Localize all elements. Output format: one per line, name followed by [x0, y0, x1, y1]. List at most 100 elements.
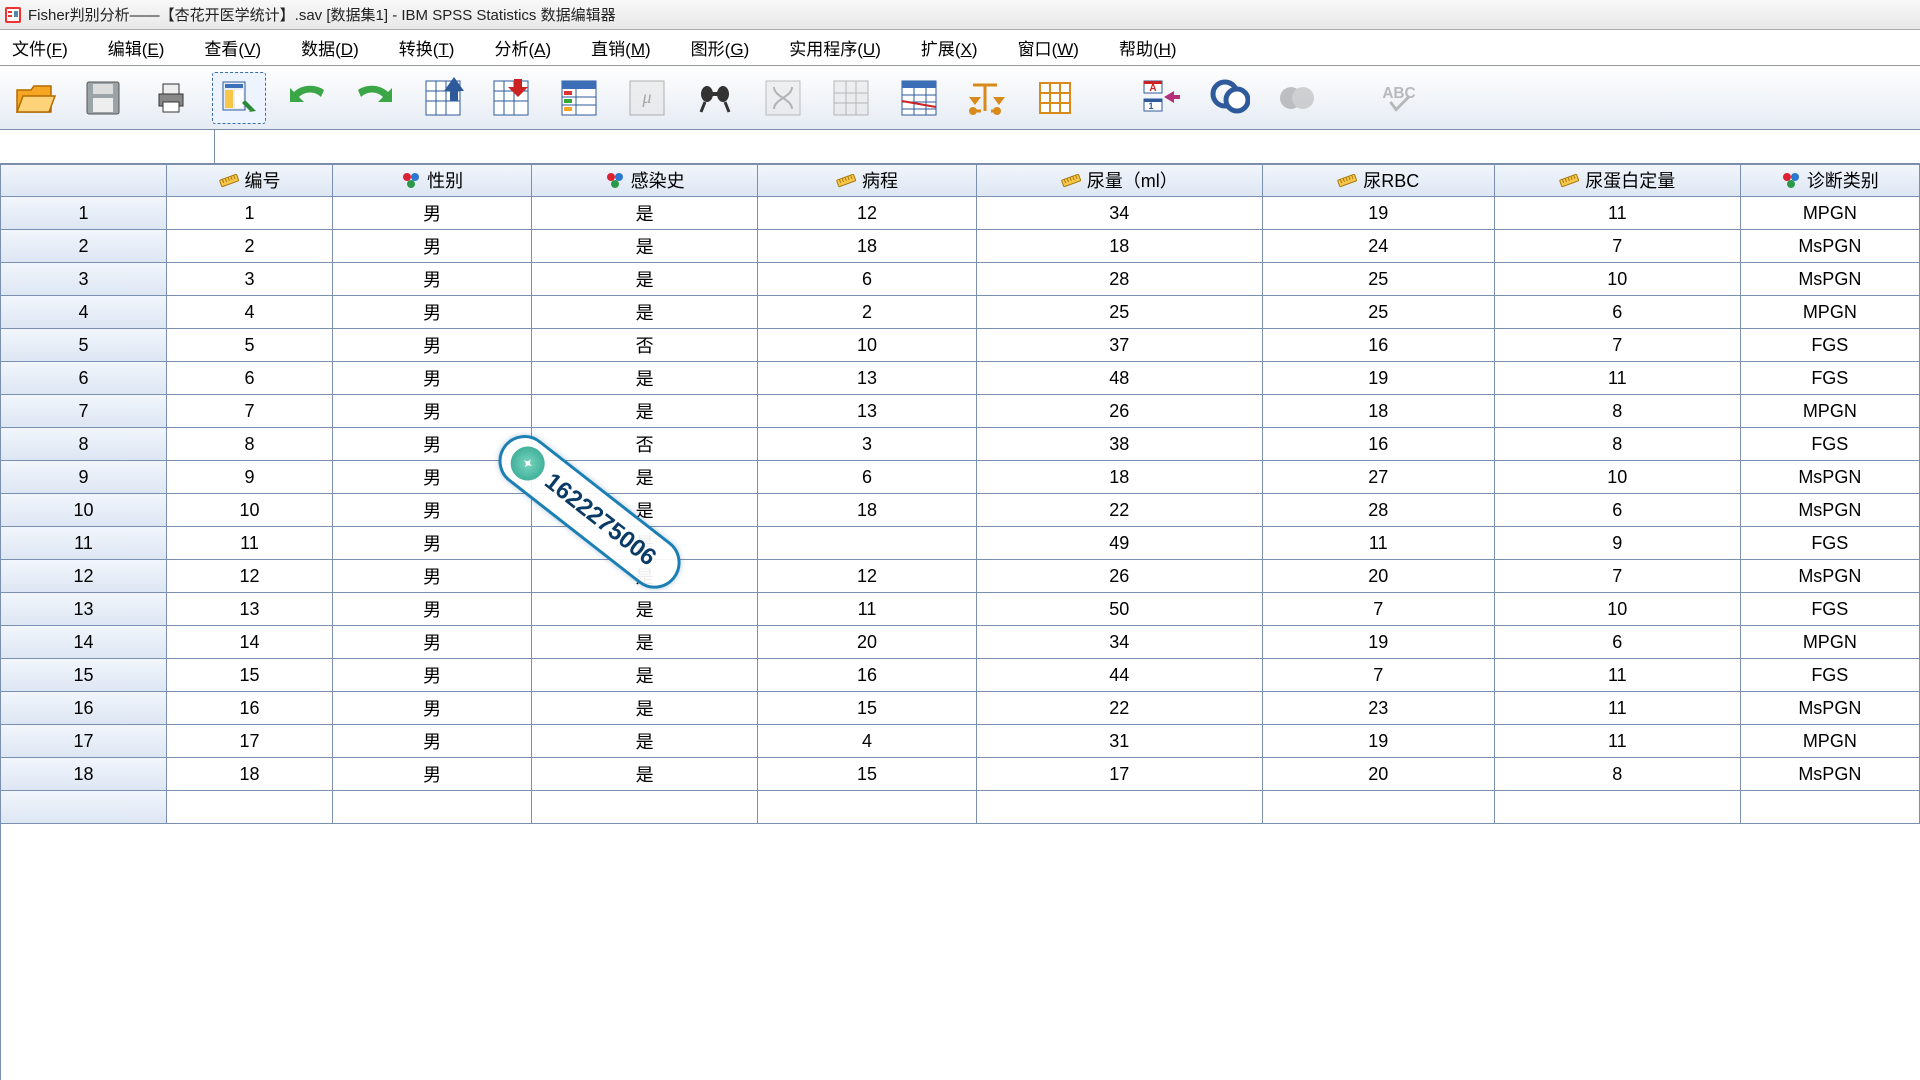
- data-cell[interactable]: 7: [1263, 659, 1495, 692]
- data-cell[interactable]: FGS: [1741, 329, 1920, 362]
- show-all-variables-button[interactable]: A1: [1134, 72, 1188, 124]
- row-number-cell[interactable]: 1: [1, 197, 167, 230]
- data-cell[interactable]: 27: [1263, 461, 1495, 494]
- data-cell[interactable]: 19: [1263, 362, 1495, 395]
- data-cell[interactable]: 3: [167, 263, 333, 296]
- menu-help[interactable]: 帮助(H): [1113, 31, 1183, 64]
- data-cell[interactable]: 13: [758, 395, 977, 428]
- data-cell[interactable]: 12: [758, 197, 977, 230]
- data-cell[interactable]: 7: [167, 395, 333, 428]
- menu-view[interactable]: 查看(V): [198, 31, 267, 64]
- data-cell[interactable]: 是: [532, 362, 758, 395]
- menu-file[interactable]: 文件(F): [6, 31, 74, 64]
- row-number-cell[interactable]: 2: [1, 230, 167, 263]
- data-cell[interactable]: 11: [167, 527, 333, 560]
- data-cell[interactable]: 男: [333, 263, 532, 296]
- data-cell[interactable]: 9: [167, 461, 333, 494]
- data-cell[interactable]: 10: [758, 329, 977, 362]
- data-cell[interactable]: 6: [1495, 626, 1741, 659]
- data-cell[interactable]: 44: [977, 659, 1263, 692]
- data-cell[interactable]: MsPGN: [1741, 461, 1920, 494]
- open-button[interactable]: [8, 72, 62, 124]
- data-cell[interactable]: 26: [977, 560, 1263, 593]
- data-cell[interactable]: 20: [1263, 758, 1495, 791]
- customize-toolbar-button[interactable]: [1270, 72, 1324, 124]
- data-cell[interactable]: 7: [1495, 230, 1741, 263]
- data-cell[interactable]: 是: [532, 461, 758, 494]
- row-number-cell[interactable]: 3: [1, 263, 167, 296]
- data-cell[interactable]: [758, 527, 977, 560]
- menu-ext[interactable]: 扩展(X): [915, 31, 984, 64]
- data-cell[interactable]: 11: [1263, 527, 1495, 560]
- data-cell[interactable]: 25: [1263, 296, 1495, 329]
- data-cell[interactable]: 2: [758, 296, 977, 329]
- data-cell[interactable]: 男: [333, 494, 532, 527]
- data-cell[interactable]: 2: [167, 230, 333, 263]
- variables-button[interactable]: [552, 72, 606, 124]
- data-cell[interactable]: 20: [1263, 560, 1495, 593]
- data-cell[interactable]: 5: [167, 329, 333, 362]
- row-number-cell[interactable]: 11: [1, 527, 167, 560]
- data-cell[interactable]: MPGN: [1741, 197, 1920, 230]
- row-number-cell[interactable]: 5: [1, 329, 167, 362]
- goto-variable-button[interactable]: [484, 72, 538, 124]
- data-cell[interactable]: 是: [532, 692, 758, 725]
- data-cell[interactable]: 18: [167, 758, 333, 791]
- redo-button[interactable]: [348, 72, 402, 124]
- data-cell[interactable]: 6: [167, 362, 333, 395]
- data-cell[interactable]: 37: [977, 329, 1263, 362]
- data-cell[interactable]: 7: [1495, 329, 1741, 362]
- data-cell[interactable]: 是: [532, 560, 758, 593]
- row-number-cell[interactable]: 17: [1, 725, 167, 758]
- data-cell[interactable]: 是: [532, 296, 758, 329]
- data-cell[interactable]: 12: [167, 560, 333, 593]
- data-cell[interactable]: MPGN: [1741, 395, 1920, 428]
- data-cell[interactable]: 48: [977, 362, 1263, 395]
- column-header[interactable]: 尿量（ml）: [977, 164, 1263, 197]
- data-cell[interactable]: 是: [532, 758, 758, 791]
- column-header[interactable]: 尿RBC: [1263, 164, 1495, 197]
- data-cell[interactable]: 男: [333, 659, 532, 692]
- data-cell[interactable]: [1263, 791, 1495, 824]
- data-cell[interactable]: [167, 791, 333, 824]
- data-cell[interactable]: 7: [1495, 560, 1741, 593]
- data-cell[interactable]: 是: [532, 626, 758, 659]
- data-cell[interactable]: 否: [532, 428, 758, 461]
- data-cell[interactable]: 是: [532, 527, 758, 560]
- data-cell[interactable]: 8: [1495, 428, 1741, 461]
- data-cell[interactable]: 11: [758, 593, 977, 626]
- data-cell[interactable]: 11: [1495, 362, 1741, 395]
- data-cell[interactable]: 是: [532, 395, 758, 428]
- menu-edit[interactable]: 编辑(E): [102, 31, 171, 64]
- data-cell[interactable]: 6: [758, 263, 977, 296]
- save-button[interactable]: [76, 72, 130, 124]
- data-cell[interactable]: 49: [977, 527, 1263, 560]
- data-cell[interactable]: 男: [333, 527, 532, 560]
- data-cell[interactable]: 男: [333, 362, 532, 395]
- spellcheck-button[interactable]: [1202, 72, 1256, 124]
- data-cell[interactable]: 8: [1495, 758, 1741, 791]
- column-header[interactable]: 病程: [758, 164, 977, 197]
- data-cell[interactable]: 是: [532, 725, 758, 758]
- abc-button[interactable]: ABC: [1372, 72, 1426, 124]
- value-labels-button[interactable]: [960, 72, 1014, 124]
- data-cell[interactable]: 50: [977, 593, 1263, 626]
- data-cell[interactable]: 11: [1495, 659, 1741, 692]
- data-cell[interactable]: 男: [333, 428, 532, 461]
- data-cell[interactable]: 15: [167, 659, 333, 692]
- data-cell[interactable]: 17: [977, 758, 1263, 791]
- data-cell[interactable]: 是: [532, 494, 758, 527]
- data-cell[interactable]: 否: [532, 329, 758, 362]
- data-cell[interactable]: 25: [977, 296, 1263, 329]
- data-cell[interactable]: 1: [167, 197, 333, 230]
- data-cell[interactable]: 13: [167, 593, 333, 626]
- data-cell[interactable]: 18: [758, 494, 977, 527]
- data-cell[interactable]: MPGN: [1741, 626, 1920, 659]
- menu-direct[interactable]: 直销(M): [585, 31, 657, 64]
- data-cell[interactable]: 19: [1263, 626, 1495, 659]
- split-file-button[interactable]: [756, 72, 810, 124]
- row-number-cell[interactable]: 8: [1, 428, 167, 461]
- data-cell[interactable]: 28: [1263, 494, 1495, 527]
- data-cell[interactable]: 16: [758, 659, 977, 692]
- data-cell[interactable]: [1741, 791, 1920, 824]
